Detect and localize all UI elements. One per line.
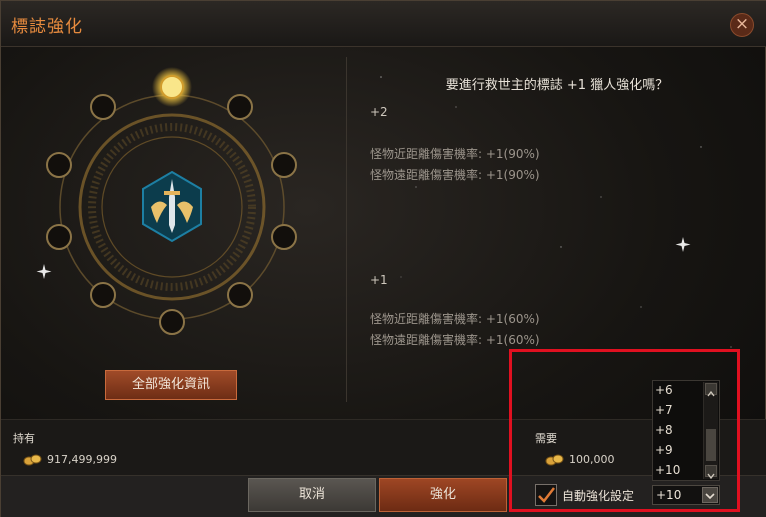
close-icon: × xyxy=(734,14,750,34)
next-level-stat: 怪物近距離傷害機率: +1(90%) xyxy=(370,147,540,161)
cancel-button[interactable]: 取消 xyxy=(248,478,376,512)
current-level-label: +1 xyxy=(370,273,388,287)
all-enhance-info-button[interactable]: 全部強化資訊 xyxy=(105,370,237,400)
panel-divider xyxy=(346,57,347,402)
current-level-stat: 怪物遠距離傷害機率: +1(60%) xyxy=(370,333,540,347)
window-title: 標誌強化 xyxy=(11,17,83,37)
owned-amount: 917,499,999 xyxy=(47,453,117,466)
current-level-stat: 怪物近距離傷害機率: +1(60%) xyxy=(370,312,540,326)
enhance-question: 要進行救世主的標誌 +1 獵人強化嗎？ xyxy=(445,78,669,93)
emblem-ring xyxy=(46,67,297,335)
title-bar: 標誌強化 × xyxy=(1,1,766,47)
gold-coin-icon xyxy=(23,454,42,466)
enhance-button[interactable]: 強化 xyxy=(379,478,507,512)
crossed-sword-emblem-icon xyxy=(142,170,202,243)
close-button[interactable]: × xyxy=(730,13,754,37)
next-level-label: +2 xyxy=(370,105,388,119)
enhance-emblem-window: 標誌強化 × 要進行救世主的標誌 +1 獵人強化嗎？ +2 怪物近距離傷害機率:… xyxy=(0,0,766,517)
emblem-panel xyxy=(1,47,346,419)
highlight-annotation-box xyxy=(509,349,740,512)
owned-label: 持有 xyxy=(13,432,35,445)
next-level-stat: 怪物遠距離傷害機率: +1(90%) xyxy=(370,168,540,182)
